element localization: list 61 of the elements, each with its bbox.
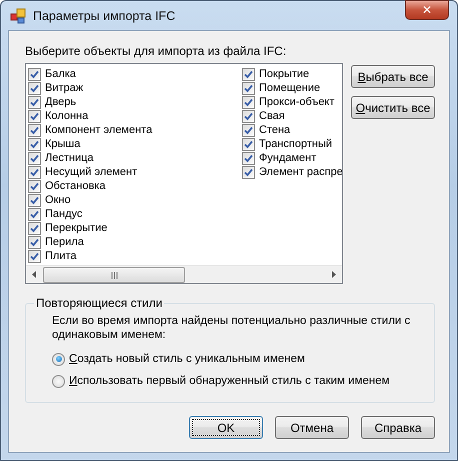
- object-label: Свая: [259, 109, 285, 123]
- object-label: Перекрытие: [45, 221, 108, 235]
- checkbox[interactable]: [28, 124, 41, 136]
- close-button[interactable]: ✕: [405, 0, 449, 20]
- checkbox[interactable]: [28, 96, 41, 108]
- object-label: Перила: [45, 235, 84, 249]
- checkbox[interactable]: [242, 82, 255, 94]
- option-label[interactable]: Использовать первый обнаруженный стиль с таким именем: [69, 375, 390, 387]
- object-label: Плита: [45, 249, 77, 263]
- checkbox[interactable]: [242, 152, 255, 164]
- radio-button[interactable]: [52, 352, 65, 366]
- dialog-button[interactable]: Справка: [361, 416, 435, 439]
- horizontal-scrollbar[interactable]: [26, 265, 342, 283]
- object-label: Лестница: [45, 151, 94, 165]
- action-button[interactable]: Очистить все: [351, 96, 435, 119]
- dialog-button[interactable]: Отмена: [275, 416, 349, 439]
- checkbox[interactable]: [242, 96, 255, 108]
- checkbox[interactable]: [28, 250, 41, 262]
- object-label: Помещение: [259, 81, 320, 95]
- checkbox[interactable]: [242, 138, 255, 150]
- prompt-label: Выберите объекты для импорта из файла IFC:: [25, 44, 288, 58]
- checkbox[interactable]: [242, 124, 255, 136]
- checkbox[interactable]: [242, 166, 255, 178]
- object-label: Балка: [45, 67, 76, 81]
- object-label: Фундамент: [259, 151, 316, 165]
- checkbox[interactable]: [242, 68, 255, 80]
- group-title: Повторяющиеся стили: [35, 296, 164, 310]
- app-icon: [10, 8, 26, 24]
- object-label: Дверь: [45, 95, 76, 109]
- checkbox[interactable]: [28, 110, 41, 122]
- object-label: Крыша: [45, 137, 80, 151]
- object-label: Колонна: [45, 109, 88, 123]
- object-label: Стена: [259, 123, 290, 137]
- object-label: Покрытие: [259, 67, 310, 81]
- object-label: Элемент распре: [259, 165, 342, 179]
- checkbox[interactable]: [28, 236, 41, 248]
- checkbox[interactable]: [28, 152, 41, 164]
- window-title: Параметры импорта IFC: [33, 8, 176, 22]
- checkbox[interactable]: [28, 82, 41, 94]
- checkbox[interactable]: [28, 166, 41, 178]
- object-label: Несущий элемент: [45, 165, 138, 179]
- checkbox[interactable]: [28, 222, 41, 234]
- checkbox[interactable]: [242, 110, 255, 122]
- group-description: Если во время импорта найдены потенциально различные стили с одинаковым именем:: [52, 314, 412, 342]
- option-label[interactable]: Создать новый стиль с уникальным именем: [69, 353, 305, 365]
- object-label: Пандус: [45, 207, 82, 221]
- checkbox[interactable]: [28, 194, 41, 206]
- checkbox[interactable]: [28, 208, 41, 220]
- object-label: Компонент элемента: [45, 123, 152, 137]
- action-button[interactable]: Выбрать все: [351, 65, 435, 88]
- checkbox[interactable]: [28, 138, 41, 150]
- checkbox[interactable]: [28, 180, 41, 192]
- checkbox[interactable]: [28, 68, 41, 80]
- radio-button[interactable]: [52, 374, 65, 388]
- object-label: Окно: [45, 193, 71, 207]
- object-label: Витраж: [45, 81, 84, 95]
- object-label: Транспортный: [259, 137, 332, 151]
- object-label: Прокси-объект: [259, 95, 334, 109]
- dialog-button[interactable]: OK: [189, 416, 263, 439]
- grip-icon: [110, 272, 118, 278]
- object-label: Обстановка: [45, 179, 106, 193]
